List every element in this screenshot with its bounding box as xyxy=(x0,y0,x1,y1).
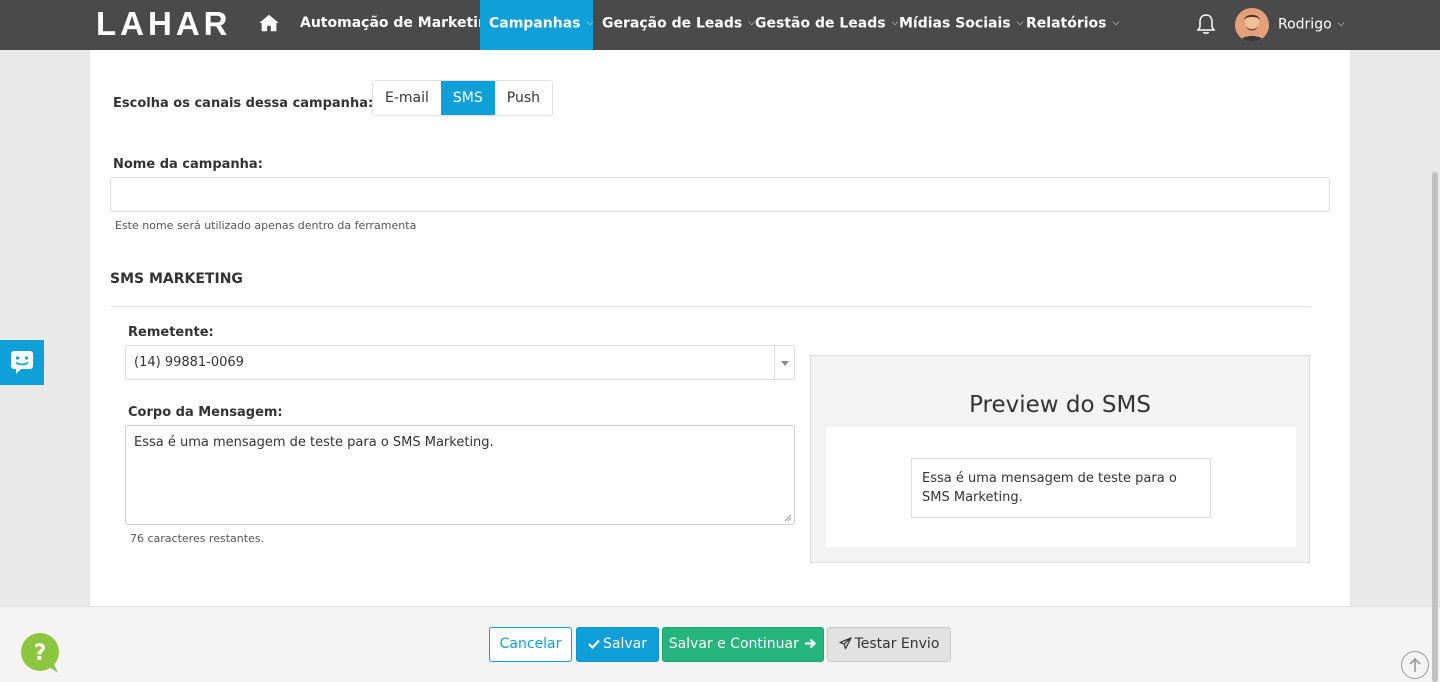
logo-text: LAHAR xyxy=(96,5,232,42)
channels-label: Escolha os canais dessa campanha: xyxy=(113,96,374,111)
test-send-button[interactable]: Testar Envio xyxy=(827,627,951,662)
sender-value: (14) 99881-0069 xyxy=(134,355,244,370)
save-and-continue-button[interactable]: Salvar e Continuar xyxy=(662,627,824,662)
campaign-name-input[interactable] xyxy=(110,177,1330,212)
avatar-image xyxy=(1235,8,1269,42)
message-body-label: Corpo da Mensagem: xyxy=(128,405,283,420)
sender-label: Remetente: xyxy=(128,325,214,340)
campaign-name-help: Este nome será utilizado apenas dentro d… xyxy=(115,219,417,232)
sms-preview-panel: Preview do SMS Essa é uma mensagem de te… xyxy=(810,355,1310,563)
nav-gestao-label: Gestão de Leads xyxy=(755,15,886,32)
chevron-down-icon: ⌵ xyxy=(586,18,594,28)
save-label: Salvar xyxy=(603,636,647,652)
save-button[interactable]: Salvar xyxy=(576,627,659,662)
chat-widget-tab[interactable] xyxy=(0,340,44,385)
paper-plane-icon xyxy=(838,637,852,650)
nav-geracao-label: Geração de Leads xyxy=(602,15,743,32)
nav-campanhas[interactable]: Campanhas ⌵ xyxy=(480,0,593,50)
nav-automacao-label: Automação de Marketing xyxy=(300,15,498,31)
top-navbar: LAHAR Automação de Marketing Campanhas ⌵ … xyxy=(0,0,1440,50)
chevron-down-icon: ⌵ xyxy=(1337,19,1345,29)
chevron-down-icon: ⌵ xyxy=(891,18,899,28)
resize-handle-icon[interactable] xyxy=(784,514,792,522)
preview-screen: Essa é uma mensagem de teste para o SMS … xyxy=(826,427,1296,547)
nav-automacao-marketing[interactable]: Automação de Marketing xyxy=(300,0,498,50)
save-continue-label: Salvar e Continuar xyxy=(668,636,799,652)
select-arrow[interactable] xyxy=(774,346,794,379)
avatar[interactable] xyxy=(1235,8,1269,42)
svg-text:?: ? xyxy=(34,641,47,666)
campaign-name-label: Nome da campanha: xyxy=(113,157,263,172)
home-icon[interactable] xyxy=(258,12,280,34)
nav-midias-sociais[interactable]: Mídias Sociais ⌵ xyxy=(899,0,1023,50)
user-name: Rodrigo xyxy=(1278,16,1332,33)
cancel-label: Cancelar xyxy=(499,636,562,652)
nav-geracao-leads[interactable]: Geração de Leads ⌵ xyxy=(602,0,755,50)
channel-email-button[interactable]: E-mail xyxy=(373,81,441,115)
check-icon xyxy=(588,639,600,650)
sender-select[interactable]: (14) 99881-0069 xyxy=(125,345,795,380)
preview-title: Preview do SMS xyxy=(969,392,1151,418)
preview-message-bubble: Essa é uma mensagem de teste para o SMS … xyxy=(911,458,1211,518)
message-body-value: Essa é uma mensagem de teste para o SMS … xyxy=(134,435,494,450)
user-menu[interactable]: Rodrigo ⌵ xyxy=(1278,0,1344,50)
scroll-to-top-button[interactable] xyxy=(1401,651,1429,679)
caret-down-icon xyxy=(781,361,789,366)
chat-bubble-icon xyxy=(11,351,33,374)
help-question-icon[interactable]: ? xyxy=(20,632,60,674)
nav-relatorios[interactable]: Relatórios ⌵ xyxy=(1026,0,1119,50)
page-scrollbar[interactable] xyxy=(1432,172,1438,682)
bell-icon[interactable] xyxy=(1196,13,1216,35)
nav-campanhas-label: Campanhas xyxy=(489,15,581,32)
chevron-down-icon: ⌵ xyxy=(1016,18,1024,28)
lahar-logo[interactable]: LAHAR xyxy=(96,5,232,42)
channel-push-button[interactable]: Push xyxy=(494,81,553,115)
section-divider xyxy=(110,306,1311,307)
channel-sms-button[interactable]: SMS xyxy=(440,81,495,115)
arrow-right-icon xyxy=(805,638,817,649)
chars-remaining: 76 caracteres restantes. xyxy=(130,532,265,545)
preview-message-text: Essa é uma mensagem de teste para o SMS … xyxy=(922,471,1177,505)
nav-gestao-leads[interactable]: Gestão de Leads ⌵ xyxy=(755,0,898,50)
test-send-label: Testar Envio xyxy=(854,636,940,652)
nav-midias-label: Mídias Sociais xyxy=(899,15,1011,32)
arrow-up-icon xyxy=(1409,657,1421,672)
chevron-down-icon: ⌵ xyxy=(1112,18,1120,28)
nav-relatorios-label: Relatórios xyxy=(1026,15,1107,32)
section-title-sms: SMS MARKETING xyxy=(110,271,243,287)
chevron-down-icon: ⌵ xyxy=(748,18,756,28)
cancel-button[interactable]: Cancelar xyxy=(489,627,572,662)
message-body-textarea[interactable]: Essa é uma mensagem de teste para o SMS … xyxy=(125,425,795,525)
channel-selector: E-mail SMS Push xyxy=(372,80,554,116)
